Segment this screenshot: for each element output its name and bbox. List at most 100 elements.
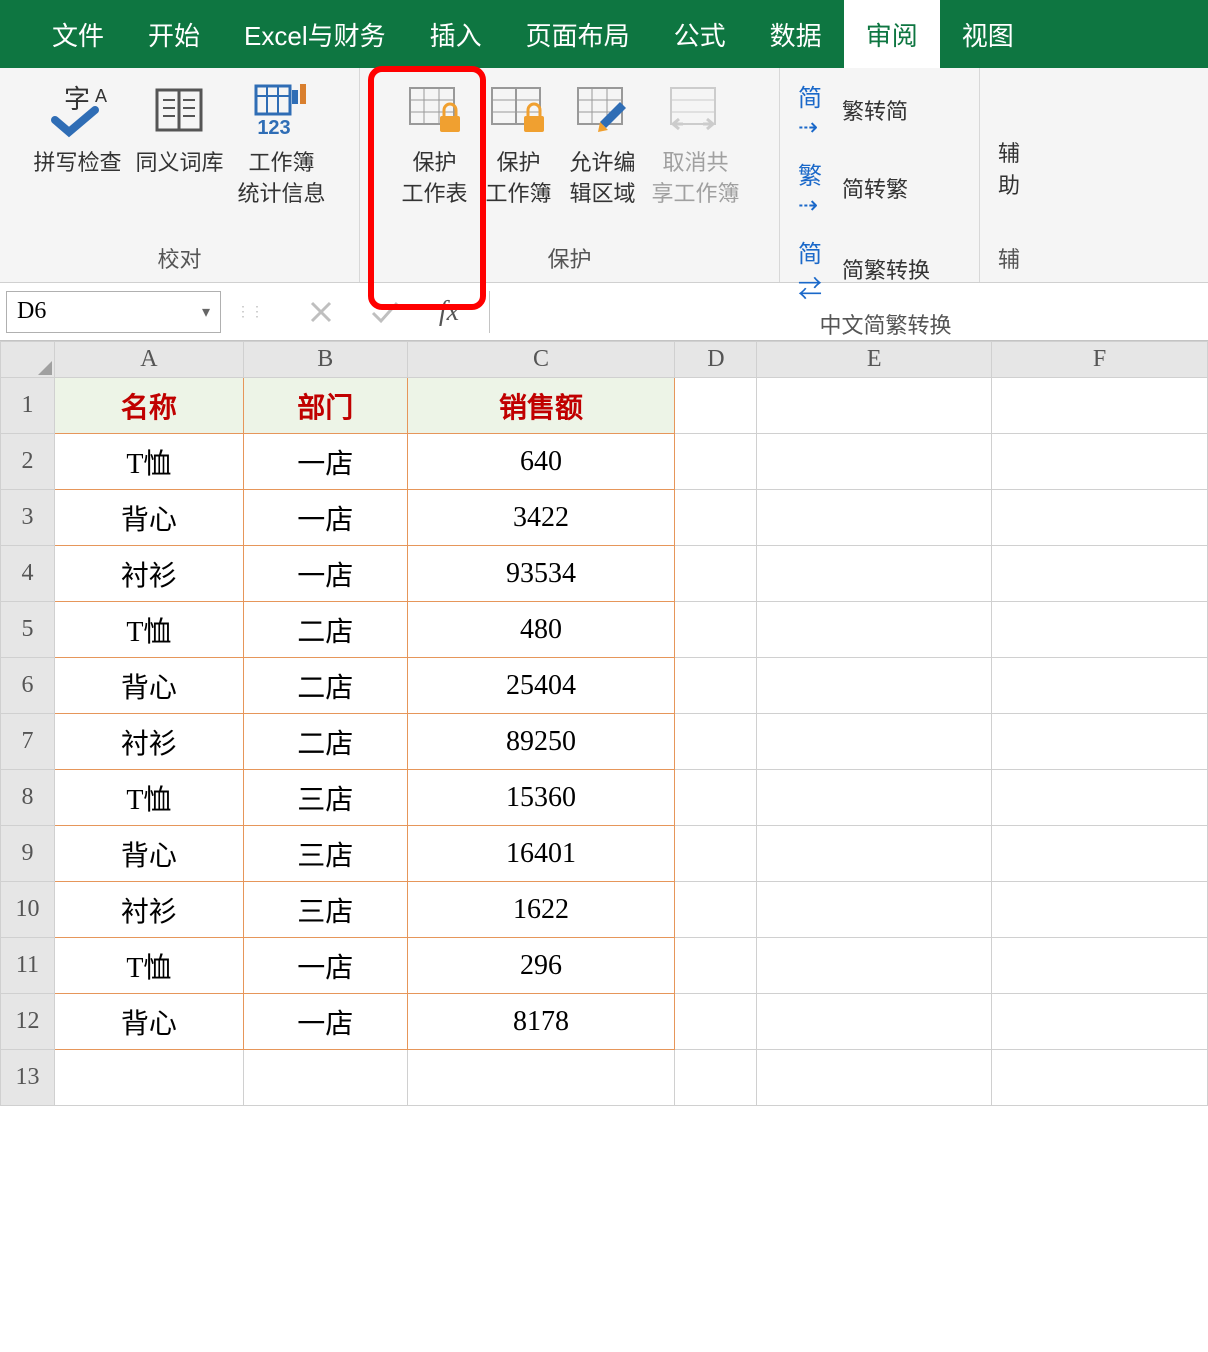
cell[interactable] — [992, 1050, 1208, 1106]
cell[interactable]: 89250 — [407, 714, 675, 770]
cell[interactable]: 16401 — [407, 826, 675, 882]
row-header[interactable]: 2 — [1, 434, 55, 490]
cell[interactable]: 一店 — [243, 994, 407, 1050]
simp-to-trad-button[interactable]: 繁⇢简转繁 — [798, 156, 930, 220]
cell[interactable] — [992, 434, 1208, 490]
column-header-A[interactable]: A — [54, 342, 243, 378]
cell[interactable] — [757, 546, 992, 602]
row-header[interactable]: 7 — [1, 714, 55, 770]
cell[interactable]: 8178 — [407, 994, 675, 1050]
chinese-convert-button[interactable]: 简⇄简繁转换 — [798, 234, 930, 304]
menu-home[interactable]: 开始 — [126, 0, 222, 68]
cell[interactable] — [992, 658, 1208, 714]
cell[interactable] — [675, 826, 757, 882]
cell[interactable] — [675, 994, 757, 1050]
cell[interactable]: T恤 — [54, 602, 243, 658]
cell[interactable] — [54, 1050, 243, 1106]
cell[interactable]: T恤 — [54, 434, 243, 490]
cell[interactable]: 背心 — [54, 490, 243, 546]
cell[interactable]: T恤 — [54, 938, 243, 994]
cell[interactable] — [757, 434, 992, 490]
menu-pagelayout[interactable]: 页面布局 — [504, 0, 652, 68]
row-header[interactable]: 13 — [1, 1050, 55, 1106]
cell[interactable]: 一店 — [243, 490, 407, 546]
cell[interactable] — [757, 602, 992, 658]
cell[interactable]: 480 — [407, 602, 675, 658]
cell[interactable]: 二店 — [243, 714, 407, 770]
row-header[interactable]: 6 — [1, 658, 55, 714]
cell[interactable]: 296 — [407, 938, 675, 994]
cell[interactable] — [992, 546, 1208, 602]
name-box[interactable]: D6 ▾ — [6, 291, 221, 333]
cell[interactable]: 背心 — [54, 826, 243, 882]
cell[interactable] — [992, 882, 1208, 938]
workbook-stats-button[interactable]: 123 工作簿统计信息 — [234, 76, 330, 210]
thesaurus-button[interactable]: 同义词库 — [131, 76, 227, 210]
cell[interactable] — [675, 490, 757, 546]
cell[interactable]: 一店 — [243, 434, 407, 490]
row-header[interactable]: 5 — [1, 602, 55, 658]
cell[interactable]: 背心 — [54, 658, 243, 714]
protect-sheet-button[interactable]: 保护工作表 — [395, 76, 473, 210]
row-header[interactable]: 12 — [1, 994, 55, 1050]
column-header-D[interactable]: D — [675, 342, 757, 378]
column-header-B[interactable]: B — [243, 342, 407, 378]
allow-edit-button[interactable]: 允许编辑区域 — [563, 76, 641, 210]
trad-to-simp-button[interactable]: 简⇢繁转简 — [798, 78, 930, 142]
cell[interactable]: 一店 — [243, 938, 407, 994]
cell[interactable] — [757, 938, 992, 994]
cell[interactable]: 25404 — [407, 658, 675, 714]
cell[interactable] — [757, 826, 992, 882]
cell[interactable] — [757, 378, 992, 434]
menu-excel-finance[interactable]: Excel与财务 — [222, 0, 408, 68]
cell[interactable] — [675, 658, 757, 714]
cell[interactable]: 640 — [407, 434, 675, 490]
cell[interactable] — [675, 1050, 757, 1106]
cell[interactable] — [757, 994, 992, 1050]
row-header[interactable]: 4 — [1, 546, 55, 602]
cell[interactable] — [757, 490, 992, 546]
dropdown-icon[interactable]: ▾ — [202, 302, 210, 322]
cell[interactable]: 3422 — [407, 490, 675, 546]
cell[interactable]: 一店 — [243, 546, 407, 602]
cell[interactable] — [992, 378, 1208, 434]
cell[interactable]: 衬衫 — [54, 882, 243, 938]
row-header[interactable]: 11 — [1, 938, 55, 994]
cell[interactable] — [992, 602, 1208, 658]
cell[interactable]: 销售额 — [407, 378, 675, 434]
cell[interactable]: 15360 — [407, 770, 675, 826]
cell[interactable]: 背心 — [54, 994, 243, 1050]
cell[interactable] — [675, 882, 757, 938]
cell[interactable]: 衬衫 — [54, 546, 243, 602]
cell[interactable]: 三店 — [243, 826, 407, 882]
spreadsheet-grid[interactable]: A B C D E F 1 名称 部门 销售额 2T恤一店6403背心一店342… — [0, 341, 1208, 1106]
cell[interactable] — [992, 770, 1208, 826]
select-all-corner[interactable] — [1, 342, 55, 378]
cell[interactable] — [757, 1050, 992, 1106]
expand-icon[interactable]: ⋮⋮ — [235, 303, 265, 320]
cell[interactable]: 93534 — [407, 546, 675, 602]
cell[interactable]: 名称 — [54, 378, 243, 434]
cell[interactable]: 二店 — [243, 658, 407, 714]
column-header-E[interactable]: E — [757, 342, 992, 378]
cell[interactable] — [992, 994, 1208, 1050]
cell[interactable] — [243, 1050, 407, 1106]
cell[interactable]: 1622 — [407, 882, 675, 938]
cell[interactable]: 三店 — [243, 882, 407, 938]
cell[interactable] — [675, 546, 757, 602]
cell[interactable] — [675, 770, 757, 826]
cell[interactable] — [992, 714, 1208, 770]
cell[interactable]: T恤 — [54, 770, 243, 826]
menu-data[interactable]: 数据 — [748, 0, 844, 68]
cell[interactable] — [757, 658, 992, 714]
menu-formulas[interactable]: 公式 — [652, 0, 748, 68]
cell[interactable]: 三店 — [243, 770, 407, 826]
menu-insert[interactable]: 插入 — [408, 0, 504, 68]
fx-button[interactable]: fx — [429, 292, 469, 332]
menu-view[interactable]: 视图 — [940, 0, 1036, 68]
column-header-C[interactable]: C — [407, 342, 675, 378]
spellcheck-button[interactable]: 字A 拼写检查 — [29, 76, 125, 210]
cell[interactable]: 部门 — [243, 378, 407, 434]
cell[interactable] — [675, 714, 757, 770]
cell[interactable] — [675, 378, 757, 434]
